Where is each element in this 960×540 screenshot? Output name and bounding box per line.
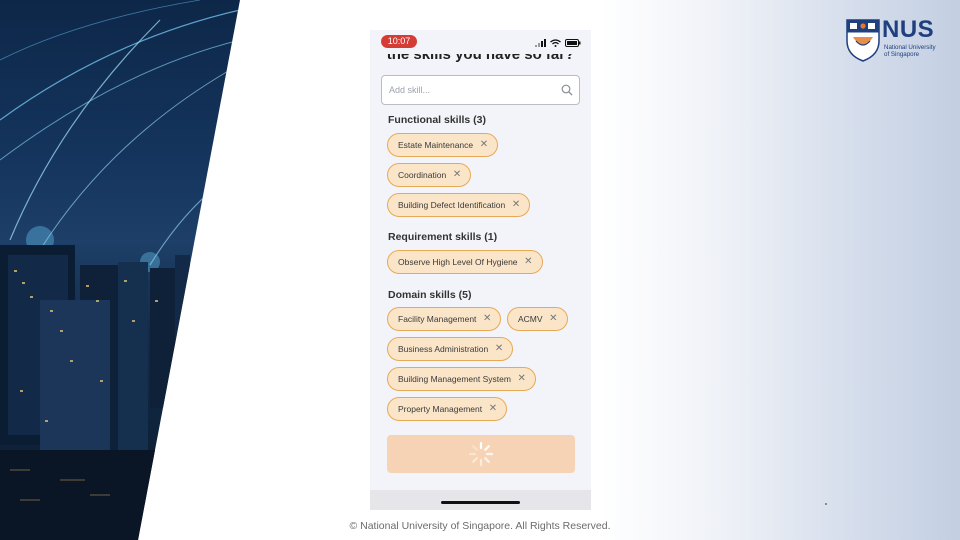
remove-chip-icon[interactable]: ✕ [453,164,461,186]
skill-chip: Facility Management ✕ [387,307,502,331]
chip-label: ACMV [518,314,543,324]
logo-wordmark: NUS [882,16,935,43]
signal-icon [535,39,546,47]
city-skyline-image [0,0,240,540]
home-indicator[interactable] [441,501,520,504]
status-bar: 10:07 [370,30,591,54]
chip-label: Observe High Level Of Hygiene [398,257,518,267]
remove-chip-icon[interactable]: ✕ [549,308,557,330]
remove-chip-icon[interactable]: ✕ [480,134,488,156]
chip-label: Property Management [398,404,483,414]
chip-label: Building Defect Identification [398,200,506,210]
phone-screen: the skills you have so far? 10:07 Add sk… [370,30,591,510]
status-time: 10:07 [381,35,417,48]
nus-crest-icon [846,19,880,62]
skill-chip: Coordination ✕ [387,163,472,187]
slide-background-gradient [600,0,960,540]
wifi-icon [550,39,561,47]
skill-chip: ACMV ✕ [507,307,568,331]
chip-label: Coordination [398,170,447,180]
copyright-footer: © National University of Singapore. All … [349,520,611,532]
remove-chip-icon[interactable]: ✕ [512,194,520,216]
submit-button[interactable] [387,435,575,473]
remove-chip-icon[interactable]: ✕ [495,338,503,360]
remove-chip-icon[interactable]: ✕ [489,398,497,420]
chip-label: Business Administration [398,344,489,354]
skill-chip: Observe High Level Of Hygiene ✕ [387,250,543,274]
functional-skills-title: Functional skills (3) [388,114,487,126]
logo-subtitle-line1: National University [884,44,936,51]
remove-chip-icon[interactable]: ✕ [518,368,526,390]
chip-label: Facility Management [398,314,477,324]
bottom-bar [370,490,591,510]
chip-label: Estate Maintenance [398,140,474,150]
skill-chip: Business Administration ✕ [387,337,514,361]
skill-chip: Building Defect Identification ✕ [387,193,531,217]
remove-chip-icon[interactable]: ✕ [524,251,532,273]
skill-chip: Estate Maintenance ✕ [387,133,499,157]
chip-label: Building Management System [398,374,511,384]
skill-chip: Building Management System ✕ [387,367,536,391]
skill-chip: Property Management ✕ [387,397,508,421]
status-icons [535,38,581,48]
loading-spinner-icon [468,441,494,467]
search-placeholder: Add skill... [389,85,431,95]
remove-chip-icon[interactable]: ✕ [483,308,491,330]
skill-search-input[interactable]: Add skill... [381,75,580,105]
domain-skills-title: Domain skills (5) [388,289,472,301]
requirement-skills-title: Requirement skills (1) [388,231,498,243]
logo-subtitle-line2: of Singapore [884,51,920,58]
decorative-dot [825,503,827,505]
battery-icon [565,39,581,47]
nus-logo: NUS National University of Singapore [846,16,946,63]
search-icon[interactable] [561,84,573,96]
